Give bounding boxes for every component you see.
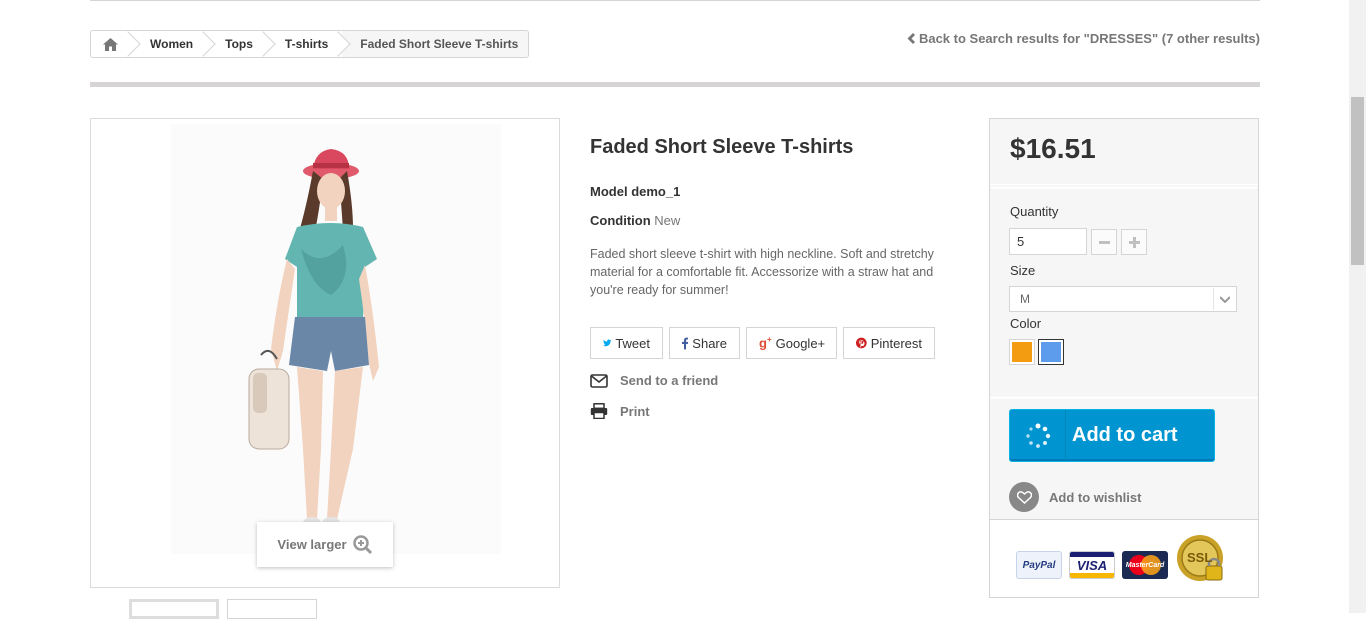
send-to-friend-link[interactable]: Send to a friend: [590, 373, 718, 388]
view-larger-button[interactable]: View larger: [257, 522, 393, 567]
model-label: Model: [590, 184, 628, 199]
product-description: Faded short sleeve t-shirt with high nec…: [590, 247, 934, 297]
add-to-cart-label: Add to cart: [1072, 424, 1178, 446]
buy-box: $16.51 Quantity 5 Size M Color Add to ca…: [989, 118, 1259, 598]
social-sharing: Tweet Share g+ Google+ Pinterest: [590, 327, 935, 359]
price-area: $16.51: [990, 119, 1258, 185]
print-link[interactable]: Print: [590, 403, 650, 419]
payment-logos: PayPal VISA MasterCard SSL: [990, 519, 1258, 597]
color-swatch-orange[interactable]: [1009, 339, 1035, 365]
quantity-label: Quantity: [1010, 204, 1059, 219]
zoom-in-icon: [352, 534, 372, 554]
google-label: Google+: [775, 335, 826, 351]
share-label: Share: [692, 335, 727, 351]
breadcrumb-home[interactable]: [91, 31, 132, 57]
product-image[interactable]: [90, 118, 560, 588]
top-divider: [90, 0, 1260, 1]
ssl-seal-icon: SSL: [1176, 534, 1228, 586]
product-price: $16.51: [1010, 133, 1096, 164]
minus-icon: [1098, 240, 1110, 244]
add-to-wishlist-link[interactable]: Add to wishlist: [1009, 482, 1141, 512]
back-link-label: Back to Search results for "DRESSES" (7 …: [918, 31, 1260, 46]
printer-icon: [590, 403, 608, 419]
visa-logo: VISA: [1069, 551, 1115, 579]
product-condition: Condition New: [590, 213, 680, 228]
breadcrumb: Women Tops T-shirts Faded Short Sleeve T…: [90, 30, 530, 58]
quantity-increase-button[interactable]: [1121, 229, 1147, 255]
thumbnail-1[interactable]: [129, 599, 219, 619]
add-to-wishlist-label: Add to wishlist: [1049, 489, 1142, 505]
size-select[interactable]: M: [1009, 286, 1237, 312]
pinterest-label: Pinterest: [870, 335, 922, 351]
google-plus-button[interactable]: g+ Google+: [746, 327, 837, 359]
tweet-label: Tweet: [615, 335, 650, 351]
breadcrumb-current: Faded Short Sleeve T-shirts: [342, 31, 529, 57]
condition-label: Condition: [590, 213, 651, 228]
condition-value: New: [654, 213, 681, 228]
google-plus-icon: g+: [759, 335, 772, 351]
breadcrumb-tops[interactable]: Tops: [207, 31, 267, 57]
breadcrumb-tshirts[interactable]: T-shirts: [267, 31, 342, 57]
tweet-button[interactable]: Tweet: [590, 327, 663, 359]
header-divider: [90, 82, 1260, 87]
chevron-left-icon: [907, 33, 915, 44]
scrollbar-thumb[interactable]: [1351, 97, 1364, 265]
twitter-icon: [603, 339, 612, 347]
print-label: Print: [620, 403, 650, 419]
back-to-search-link[interactable]: Back to Search results for "DRESSES" (7 …: [907, 31, 1260, 46]
envelope-icon: [590, 373, 608, 388]
mastercard-logo: MasterCard: [1122, 551, 1168, 579]
product-title: Faded Short Sleeve T-shirts: [590, 136, 854, 158]
quantity-decrease-button[interactable]: [1091, 229, 1117, 255]
pinterest-icon: [856, 337, 867, 349]
plus-icon: [1128, 236, 1140, 248]
home-icon: [103, 37, 118, 51]
page-scrollbar[interactable]: [1349, 0, 1366, 613]
size-value: M: [1020, 292, 1030, 306]
loading-spinner-icon: [1010, 410, 1066, 461]
quantity-input[interactable]: 5: [1009, 228, 1087, 255]
send-to-friend-label: Send to a friend: [620, 373, 719, 388]
heart-icon: [1009, 482, 1039, 512]
paypal-logo: PayPal: [1016, 551, 1062, 579]
color-label: Color: [1010, 316, 1042, 331]
pinterest-button[interactable]: Pinterest: [843, 327, 935, 359]
size-label: Size: [1010, 263, 1036, 278]
product-model: Model demo_1: [590, 184, 680, 199]
color-swatch-blue[interactable]: [1038, 339, 1064, 365]
product-photo: [171, 124, 501, 554]
thumbnail-2[interactable]: [227, 599, 317, 619]
view-larger-label: View larger: [277, 537, 347, 552]
chevron-down-icon: [1213, 288, 1235, 310]
cart-separator: [990, 395, 1258, 399]
facebook-share-button[interactable]: Share: [669, 327, 740, 359]
add-to-cart-button[interactable]: Add to cart: [1009, 409, 1215, 462]
model-value: demo_1: [631, 184, 681, 199]
price-separator: [990, 185, 1258, 189]
breadcrumb-women[interactable]: Women: [132, 31, 207, 57]
facebook-icon: [682, 337, 689, 349]
